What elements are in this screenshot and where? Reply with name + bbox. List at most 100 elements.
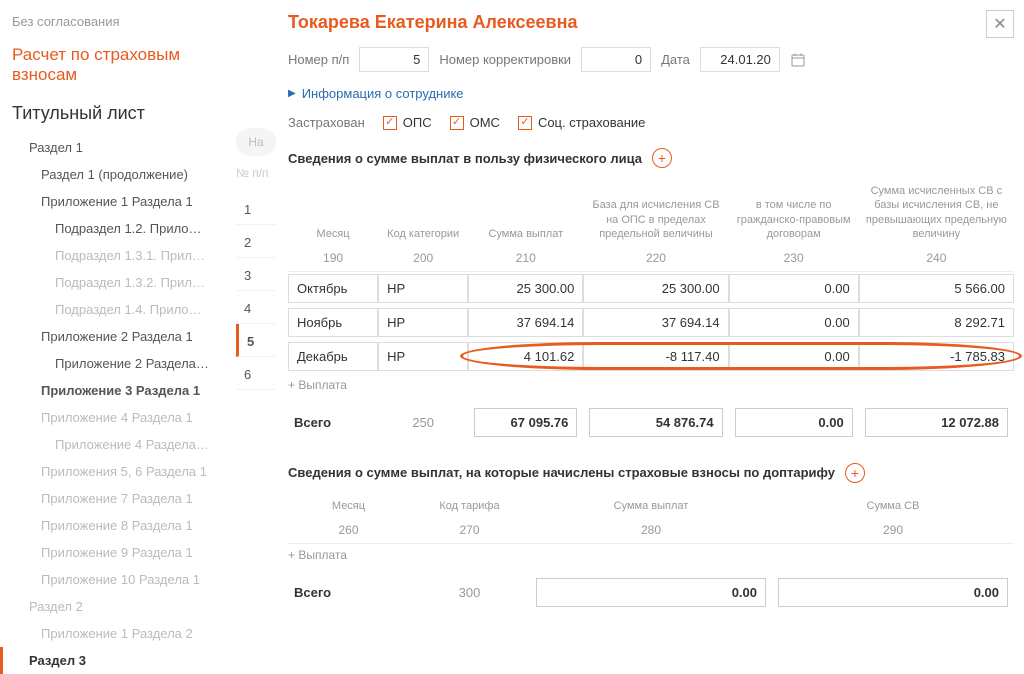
correction-input[interactable] [581,47,651,72]
cell-input[interactable] [729,342,859,371]
tree-node[interactable]: Приложение 2 Раздела 1 [0,323,236,350]
cell-input[interactable] [468,342,583,371]
employee-info-toggle[interactable]: ▶ Информация о сотруднике [288,86,1014,101]
col-header: Код тарифа [409,495,530,519]
tree-node[interactable]: Приложение 9 Раздела 1 [0,539,236,566]
cell-input[interactable] [288,308,378,337]
col-header: Сумма выплат [468,180,583,247]
total-base: 54 876.74 [589,408,722,437]
tree-node[interactable]: Приложение 1 Раздела 1 [0,188,236,215]
tree-node[interactable]: Раздел 2 [0,593,236,620]
cell-input[interactable] [583,308,728,337]
section1-title-row: Сведения о сумме выплат в пользу физичес… [288,148,1014,168]
insurance-checks-row: Застрахован ✓ ОПС ✓ ОМС ✓ Соц. страхован… [288,115,1014,130]
tree-node[interactable]: Раздел 1 (продолжение) [0,161,236,188]
row-number-item[interactable]: 2 [236,225,276,258]
extra-payments-table: МесяцКод тарифаСумма выплатСумма СВ 2602… [288,495,1014,544]
close-button[interactable]: ✕ [986,10,1014,38]
num-label: Номер п/п [288,52,349,67]
col-header: Сумма выплат [530,495,772,519]
calendar-icon[interactable] [790,52,806,68]
row-number-item[interactable]: 6 [236,357,276,390]
cell-input[interactable] [729,274,859,303]
cell-input[interactable] [378,274,468,303]
num-input[interactable] [359,47,429,72]
date-input[interactable] [700,47,780,72]
tree-node[interactable]: Приложение 2 Раздела… [0,350,236,377]
cell-input[interactable] [378,342,468,371]
cover-page-link[interactable]: Титульный лист [0,99,236,134]
insured-label: Застрахован [288,115,365,130]
row-number-item[interactable]: 5 [236,324,276,357]
cell-input[interactable] [288,342,378,371]
col-code: 230 [729,247,859,272]
section2-title-row: Сведения о сумме выплат, на которые начи… [288,463,1014,483]
add-payment-link[interactable]: + Выплата [288,378,1014,392]
row-number-item[interactable]: 4 [236,291,276,324]
cell-input[interactable] [468,308,583,337]
add-extra-payment-link[interactable]: + Выплата [288,548,1014,562]
col-code: 200 [378,247,468,272]
date-label: Дата [661,52,690,67]
ops-label: ОПС [403,115,432,130]
employee-name: Токарева Екатерина Алексеевна [288,10,577,47]
row-number-strip: На № п/п 123456 [236,0,276,666]
tree-node[interactable]: Приложение 4 Раздела… [0,431,236,458]
cell-input[interactable] [378,308,468,337]
col-header: Месяц [288,495,409,519]
col-code: 260 [288,519,409,544]
oms-checkbox[interactable]: ✓ ОМС [450,115,500,130]
approval-status: Без согласования [0,10,236,39]
soc-checkbox[interactable]: ✓ Соц. страхование [518,115,645,130]
cell-input[interactable] [859,274,1014,303]
add-extra-payment-button[interactable]: + [845,463,865,483]
tree-node[interactable]: Приложение 8 Раздела 1 [0,512,236,539]
col-code: 220 [583,247,728,272]
col-code: 210 [468,247,583,272]
cell-input[interactable] [859,308,1014,337]
cell-input[interactable] [859,342,1014,371]
row-number-item[interactable]: 3 [236,258,276,291]
tree-node[interactable]: Приложения 5, 6 Раздела 1 [0,458,236,485]
sidebar-tree: Без согласования Расчет по страховым взн… [0,0,236,666]
checkbox-icon: ✓ [518,116,532,130]
cell-input[interactable] [468,274,583,303]
soc-label: Соц. страхование [538,115,645,130]
cell-input[interactable] [729,308,859,337]
col-code: 190 [288,247,378,272]
tree-node[interactable]: Подраздел 1.3.2. Прил… [0,269,236,296]
col-header: База для исчисления СВ на ОПС в пределах… [583,180,728,247]
correction-label: Номер корректировки [439,52,571,67]
total2-sum: 0.00 [536,578,766,607]
cell-input[interactable] [288,274,378,303]
col-code: 270 [409,519,530,544]
tree-node[interactable]: Приложение 7 Раздела 1 [0,485,236,512]
payments-table: МесяцКод категорииСумма выплатБаза для и… [288,180,1014,374]
tree-node[interactable]: Приложение 10 Раздела 1 [0,566,236,593]
tree-node[interactable]: Приложение 4 Раздела 1 [0,404,236,431]
cell-input[interactable] [583,342,728,371]
col-header: Сумма СВ [772,495,1014,519]
tree-node[interactable]: Приложение 3 Раздела 1 [0,377,236,404]
table-row [288,306,1014,340]
tree-node[interactable]: Раздел 3 [0,647,236,674]
back-button[interactable]: На [236,128,276,156]
tree-node[interactable]: Раздел 1 [0,134,236,161]
tree-node[interactable]: Подраздел 1.4. Прило… [0,296,236,323]
total2-sv: 0.00 [778,578,1008,607]
section1-title: Сведения о сумме выплат в пользу физичес… [288,151,642,166]
tree-node[interactable]: Подраздел 1.3.1. Прил… [0,242,236,269]
col-header: Месяц [288,180,378,247]
tree-node[interactable]: Приложение 1 Раздела 2 [0,620,236,647]
tree-node[interactable]: Подраздел 1.2. Прило… [0,215,236,242]
total-label: Всего [288,400,378,445]
row-number-item[interactable]: 1 [236,192,276,225]
cell-input[interactable] [583,274,728,303]
col-code: 290 [772,519,1014,544]
total2-code: 300 [409,570,530,615]
checkbox-icon: ✓ [383,116,397,130]
ops-checkbox[interactable]: ✓ ОПС [383,115,432,130]
total-sum: 67 095.76 [474,408,577,437]
add-payment-button[interactable]: + [652,148,672,168]
total-sv: 12 072.88 [865,408,1008,437]
